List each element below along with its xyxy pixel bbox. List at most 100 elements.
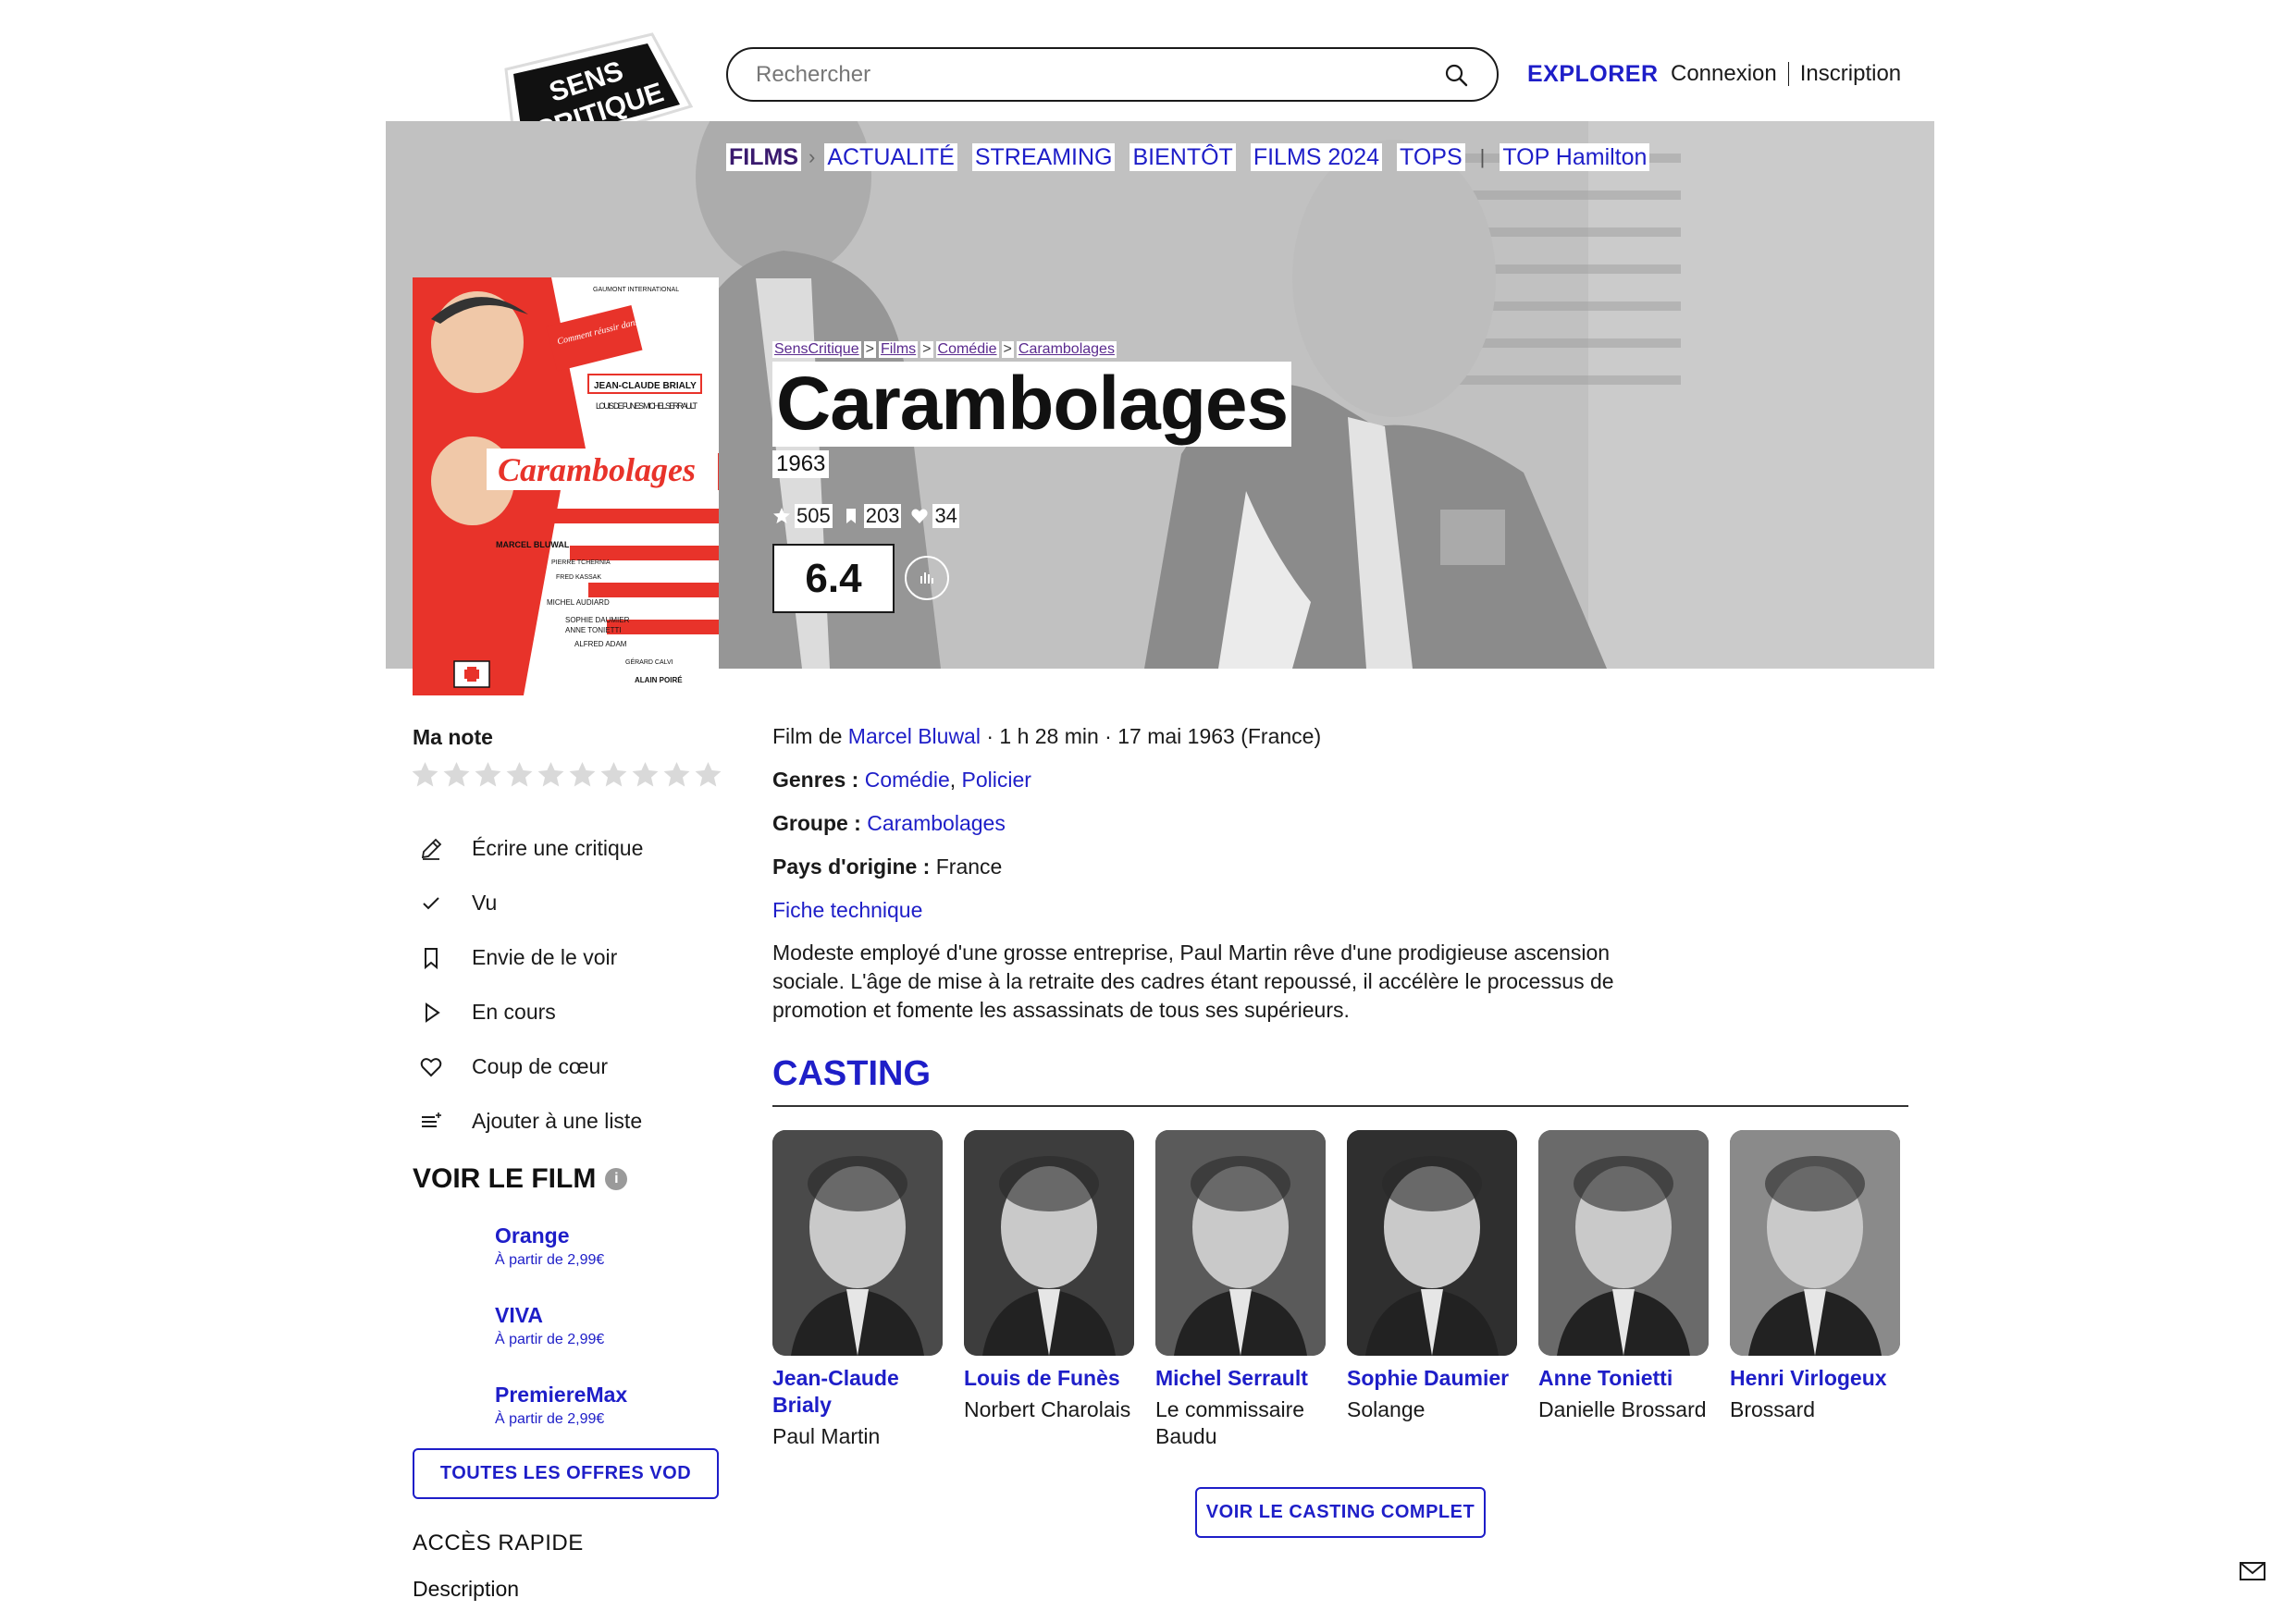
auth-divider xyxy=(1787,62,1789,86)
pencil-icon xyxy=(421,838,442,860)
nav-actualite[interactable]: ACTUALITÉ xyxy=(824,143,957,171)
cast-photo[interactable] xyxy=(964,1130,1134,1356)
nav-films-2024[interactable]: FILMS 2024 xyxy=(1250,143,1383,171)
rating-star-icon[interactable] xyxy=(599,760,628,789)
action-label: Ajouter à une liste xyxy=(472,1109,643,1133)
nav-films[interactable]: FILMS xyxy=(726,143,801,171)
search-input[interactable] xyxy=(756,61,1443,88)
rating-star-icon[interactable] xyxy=(411,760,439,789)
poster-credit-2: FRED KASSAK xyxy=(556,574,601,581)
nav-divider: | xyxy=(1479,145,1486,168)
action-wishlist[interactable]: Envie de le voir xyxy=(418,930,643,985)
director-prefix: Film de xyxy=(772,724,843,748)
film-poster[interactable]: GAUMONT INTERNATIONAL Comment réussir da… xyxy=(413,277,719,695)
rating-star-icon[interactable] xyxy=(631,760,660,789)
check-icon xyxy=(423,896,439,909)
cast-member[interactable]: Louis de Funès Norbert Charolais xyxy=(964,1130,1134,1450)
film-stats: 505 203 34 xyxy=(772,504,959,528)
actor-name[interactable]: Jean-Claude Brialy xyxy=(772,1365,943,1419)
bar-chart-icon xyxy=(920,572,933,584)
rating-star-icon[interactable] xyxy=(537,760,565,789)
synopsis: Modeste employé d'une grosse entreprise,… xyxy=(772,941,1614,1022)
signup-link[interactable]: Inscription xyxy=(1800,61,1901,87)
average-rating: 6.4 xyxy=(772,544,895,613)
offer-name[interactable]: Orange xyxy=(495,1221,627,1250)
rating-star-icon[interactable] xyxy=(505,760,534,789)
full-cast-button[interactable]: VOIR LE CASTING COMPLET xyxy=(1195,1487,1486,1538)
ratings-count: 505 xyxy=(772,504,833,528)
login-link[interactable]: Connexion xyxy=(1671,61,1777,87)
rating-star-icon[interactable] xyxy=(568,760,597,789)
nav-streaming[interactable]: STREAMING xyxy=(971,143,1116,171)
actor-name[interactable]: Louis de Funès xyxy=(964,1365,1134,1392)
heart-icon xyxy=(420,1057,442,1076)
poster-star: JEAN-CLAUDE BRIALY xyxy=(594,381,697,391)
poster-studio: GAUMONT INTERNATIONAL xyxy=(593,287,679,293)
cast-member[interactable]: Michel Serrault Le commissaire Baudu xyxy=(1155,1130,1326,1450)
actor-name[interactable]: Sophie Daumier xyxy=(1347,1365,1517,1392)
action-write-review[interactable]: Écrire une critique xyxy=(418,821,643,876)
search-icon[interactable] xyxy=(1443,62,1469,88)
rating-distribution-button[interactable] xyxy=(905,556,949,600)
genres-label: Genres : xyxy=(772,768,859,792)
breadcrumb-separator: > xyxy=(863,341,876,358)
rating-star-icon[interactable] xyxy=(474,760,502,789)
watch-section-title: VOIR LE FILM i xyxy=(413,1163,628,1195)
heart-icon xyxy=(911,509,929,523)
action-favorite[interactable]: Coup de cœur xyxy=(418,1039,643,1094)
action-label: Coup de cœur xyxy=(472,1054,609,1078)
main-nav: FILMS › ACTUALITÉ STREAMING BIENTÔT FILM… xyxy=(726,143,1650,171)
vod-offer-orange[interactable]: Orange À partir de 2,99€ xyxy=(495,1221,627,1300)
action-add-to-list[interactable]: Ajouter à une liste xyxy=(418,1094,643,1149)
search-bar[interactable] xyxy=(726,47,1499,102)
play-icon xyxy=(426,1002,440,1023)
quick-access-description[interactable]: Description xyxy=(413,1577,519,1602)
vod-offer-viva[interactable]: VIVA À partir de 2,99€ xyxy=(495,1300,627,1380)
rating-star-icon[interactable] xyxy=(662,760,691,789)
nav-top-hamilton[interactable]: TOP Hamilton xyxy=(1500,143,1650,171)
action-seen[interactable]: Vu xyxy=(418,876,643,930)
info-icon[interactable]: i xyxy=(605,1168,628,1190)
actor-name[interactable]: Michel Serrault xyxy=(1155,1365,1326,1392)
country-value: France xyxy=(935,855,1003,879)
explorer-link[interactable]: EXPLORER xyxy=(1527,61,1659,88)
group-link[interactable]: Carambolages xyxy=(867,811,1006,835)
cast-photo[interactable] xyxy=(1538,1130,1709,1356)
cast-member[interactable]: Anne Tonietti Danielle Brossard xyxy=(1538,1130,1709,1450)
vod-offers: Orange À partir de 2,99€ VIVA À partir d… xyxy=(495,1221,627,1459)
technical-sheet-link[interactable]: Fiche technique xyxy=(772,898,922,922)
genre-link[interactable]: Comédie xyxy=(865,768,950,792)
my-rating-stars[interactable] xyxy=(411,760,722,789)
genre-link[interactable]: Policier xyxy=(962,768,1031,792)
breadcrumb-separator: > xyxy=(1001,341,1014,358)
breadcrumb-comedie[interactable]: Comédie xyxy=(935,341,999,358)
cast-member[interactable]: Sophie Daumier Solange xyxy=(1347,1130,1517,1450)
offer-price: À partir de 2,99€ xyxy=(495,1252,605,1268)
cast-list: Jean-Claude Brialy Paul Martin Louis de Fu… xyxy=(772,1130,1900,1450)
cast-photo[interactable] xyxy=(772,1130,943,1356)
ratings-count-value: 505 xyxy=(795,504,833,528)
cast-member[interactable]: Jean-Claude Brialy Paul Martin xyxy=(772,1130,943,1450)
director-link[interactable]: Marcel Bluwal xyxy=(848,724,981,748)
breadcrumb-carambolages[interactable]: Carambolages xyxy=(1016,341,1117,358)
cast-member[interactable]: Henri Virlogeux Brossard xyxy=(1730,1130,1900,1450)
character-name: Brossard xyxy=(1730,1397,1816,1421)
actor-name[interactable]: Henri Virlogeux xyxy=(1730,1365,1900,1392)
rating-star-icon[interactable] xyxy=(694,760,722,789)
mail-icon[interactable] xyxy=(2239,1560,2266,1582)
breadcrumb-films[interactable]: Films xyxy=(878,341,919,358)
offer-name[interactable]: PremiereMax xyxy=(495,1380,627,1409)
nav-tops[interactable]: TOPS xyxy=(1397,143,1465,171)
actor-name[interactable]: Anne Tonietti xyxy=(1538,1365,1709,1392)
offer-name[interactable]: VIVA xyxy=(495,1300,627,1330)
breadcrumb-senscritique[interactable]: SensCritique xyxy=(772,341,861,358)
nav-bientot[interactable]: BIENTÔT xyxy=(1129,143,1236,171)
poster-credit-5: ANNE TONIETTI xyxy=(565,626,622,634)
wishlist-count: 203 xyxy=(842,504,902,528)
all-vod-offers-button[interactable]: TOUTES LES OFFRES VOD xyxy=(413,1448,719,1499)
cast-photo[interactable] xyxy=(1155,1130,1326,1356)
rating-star-icon[interactable] xyxy=(442,760,471,789)
action-in-progress[interactable]: En cours xyxy=(418,985,643,1039)
cast-photo[interactable] xyxy=(1347,1130,1517,1356)
cast-photo[interactable] xyxy=(1730,1130,1900,1356)
